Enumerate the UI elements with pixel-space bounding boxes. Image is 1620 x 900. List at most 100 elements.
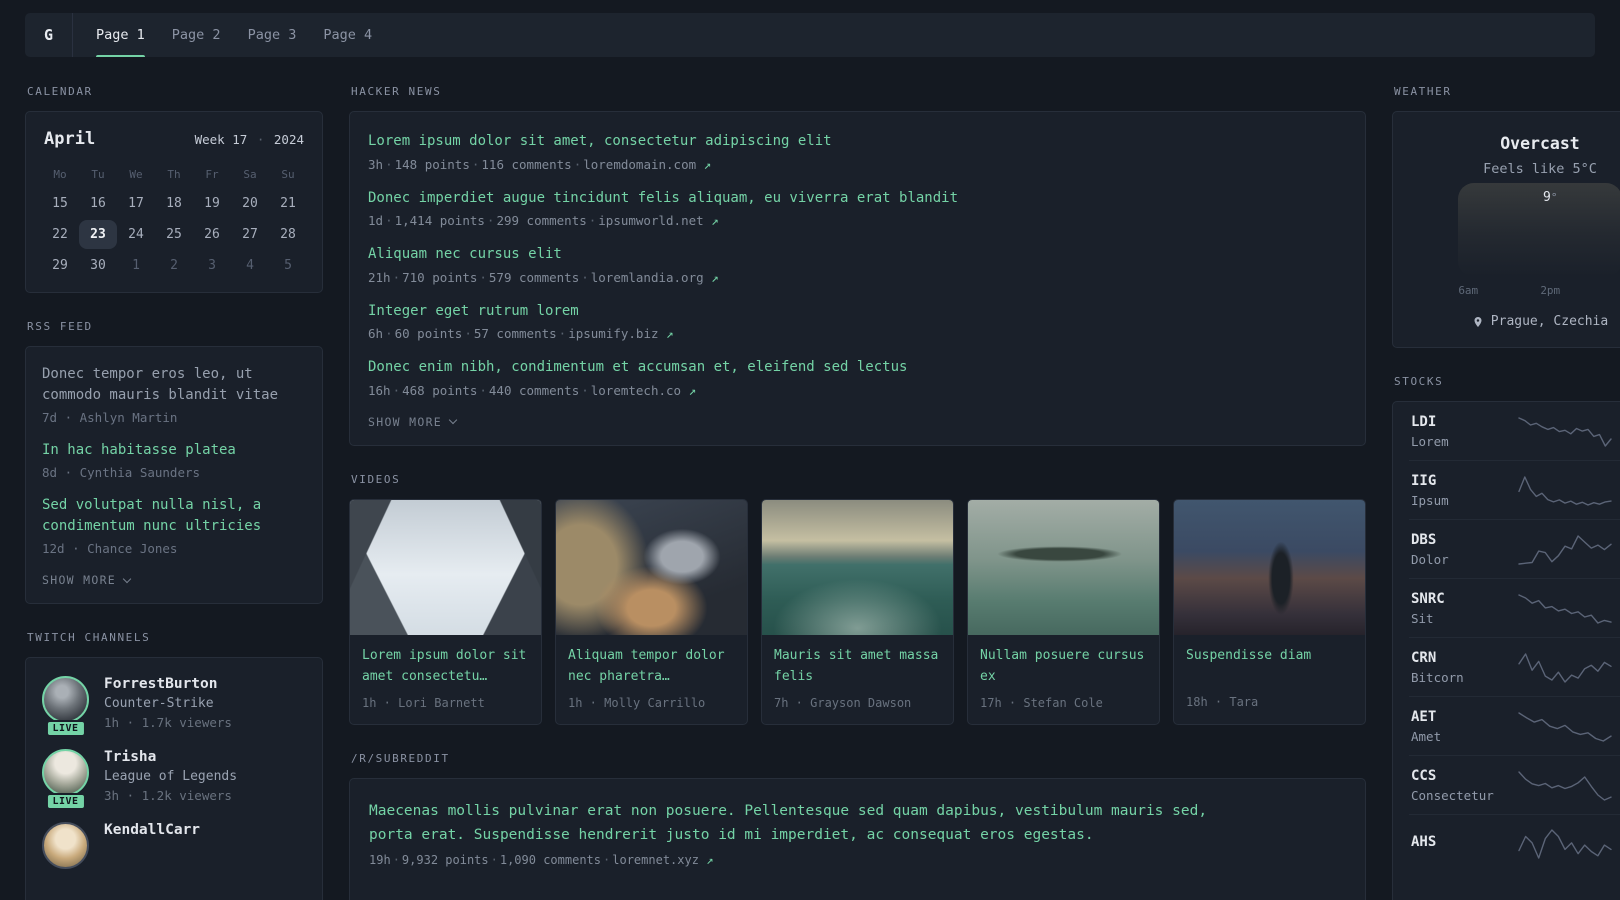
- middle-column: HACKER NEWS Lorem ipsum dolor sit amet, …: [349, 85, 1366, 900]
- stock-name: Dolor: [1411, 552, 1449, 567]
- hackernews-item: Donec imperdiet augue tincidunt felis al…: [368, 189, 1347, 229]
- video-title: Mauris sit amet massa felis: [774, 647, 939, 684]
- separator-dot: ·: [573, 156, 582, 172]
- external-link-icon: ↗: [711, 213, 719, 229]
- item-points: 1,414 points: [394, 213, 485, 229]
- stock-row[interactable]: SNRC Sit +1.36% $148.64: [1409, 578, 1620, 637]
- hackernews-item-meta: 3h · 148 points · 116 comments · loremdomain.c…: [368, 157, 1347, 172]
- item-domain-link[interactable]: ipsumify.biz ↗: [568, 326, 673, 341]
- twitch-avatar-wrap: [42, 822, 89, 869]
- rss-item: Donec tempor eros leo, ut commodo mauris…: [42, 364, 306, 425]
- hackernews-item-meta: 16h · 468 points · 440 comments · loremtech.co…: [368, 383, 1347, 398]
- subreddit-post-title[interactable]: Maecenas mollis pulvinar erat non posuer…: [369, 799, 1209, 848]
- stock-row[interactable]: DBS Dolor +1.42% $156.28: [1409, 519, 1620, 578]
- weather-axis-label: 2pm: [1540, 284, 1561, 297]
- item-domain: ipsumify.biz: [568, 326, 659, 342]
- current-temp-value: 9: [1543, 190, 1551, 205]
- hackernews-item-title[interactable]: Donec imperdiet augue tincidunt felis al…: [368, 189, 1347, 209]
- page-tab[interactable]: Page 3: [248, 13, 297, 57]
- item-domain-link[interactable]: loremlandia.org ↗: [591, 270, 719, 285]
- rss-item: Sed volutpat nulla nisl, a condimentum n…: [42, 495, 306, 556]
- external-link-icon: ↗: [706, 852, 714, 867]
- page-tab[interactable]: Page 1: [96, 13, 145, 57]
- hackernews-item-title[interactable]: Aliquam nec cursus elit: [368, 245, 1347, 265]
- app-logo[interactable]: G: [25, 13, 72, 57]
- stock-identity: SNRC Sit: [1411, 591, 1509, 626]
- separator-dot: ·: [464, 326, 472, 342]
- hackernews-item-meta: 6h · 60 points · 57 comments · ipsumify.biz ↗: [368, 326, 1347, 341]
- rss-show-more-button[interactable]: SHOW MORE: [42, 573, 306, 587]
- hackernews-section-title: HACKER NEWS: [351, 85, 442, 98]
- sparkline-chart: [1518, 711, 1612, 742]
- twitch-channel-row[interactable]: LIVE ForrestBurton Counter-Strike 1h · 1…: [42, 676, 306, 737]
- external-link-icon: ↗: [703, 156, 712, 172]
- sparkline-chart: [1518, 652, 1612, 683]
- calendar-day-cell: 17: [128, 196, 144, 211]
- rss-item-title[interactable]: In hac habitasse platea: [42, 440, 306, 461]
- video-thumbnail: [350, 499, 541, 635]
- video-card[interactable]: Aliquam tempor dolor nec pharetra… 1h · …: [555, 498, 748, 725]
- stock-row[interactable]: LDI Lorem +4.35% $795.18: [1409, 402, 1620, 460]
- hackernews-item-title[interactable]: Integer eget rutrum lorem: [368, 302, 1347, 322]
- video-card-body: Aliquam tempor dolor nec pharetra… 1h · …: [556, 635, 747, 724]
- item-age: 21h: [368, 269, 391, 285]
- stock-identity: LDI Lorem: [1411, 414, 1509, 449]
- video-card[interactable]: Nullam posuere cursus ex 17h · Stefan Co…: [967, 498, 1160, 725]
- rss-section-title: RSS FEED: [27, 320, 93, 333]
- sparkline-chart: [1518, 593, 1612, 624]
- calendar-day-cell: 20: [242, 196, 258, 211]
- video-card[interactable]: Lorem ipsum dolor sit amet consectetu… 1…: [349, 498, 542, 725]
- calendar-weekday-label: Tu: [91, 168, 105, 181]
- stock-sparkline: [1517, 592, 1613, 626]
- dashboard-page: G Page 1 Page 2 Page 3 Page 4 CALENDAR Apri…: [0, 0, 1620, 900]
- hackernews-item-title[interactable]: Lorem ipsum dolor sit amet, consectetur …: [368, 132, 1347, 152]
- page-tab[interactable]: Page 4: [323, 13, 372, 57]
- item-domain-link[interactable]: ipsumworld.net ↗: [598, 213, 718, 228]
- calendar-weekday-label: Sa: [243, 168, 257, 181]
- stock-ticker: IIG: [1411, 473, 1437, 489]
- hackernews-show-more-button[interactable]: SHOW MORE: [368, 415, 1347, 429]
- dashboard-content: CALENDAR April Week 17 · 2024 Mo Tu We Th Fr…: [0, 57, 1620, 900]
- calendar-day-cell: 19: [204, 196, 220, 211]
- item-domain-link[interactable]: loremdomain.com ↗: [583, 157, 711, 172]
- item-domain-link[interactable]: loremtech.co ↗: [591, 383, 696, 398]
- stock-ticker: AET: [1411, 709, 1437, 725]
- subreddit-post-meta: 19h · 9,932 points · 1,090 comments · loremnet…: [369, 853, 1346, 867]
- separator-dot: ·: [385, 326, 393, 342]
- weather-widget: WEATHER Overcast Feels like 5°C 9° 6am 2p…: [1392, 85, 1620, 348]
- rss-item-title[interactable]: Donec tempor eros leo, ut commodo mauris…: [42, 364, 306, 406]
- calendar-day-cell: 28: [280, 227, 296, 242]
- video-thumbnail: [968, 499, 1159, 635]
- app-header: G Page 1 Page 2 Page 3 Page 4: [25, 13, 1595, 57]
- video-thumbnail: [1174, 499, 1365, 635]
- separator-dot: ·: [471, 156, 480, 172]
- calendar-day-cell: 4: [246, 258, 254, 273]
- page-tab-label: Page 1: [96, 27, 145, 43]
- avatar: [42, 676, 89, 723]
- stock-sparkline: [1517, 651, 1613, 685]
- twitch-channel-row[interactable]: KendallCarr: [42, 822, 306, 869]
- item-points: 60 points: [394, 326, 463, 342]
- post-domain-link[interactable]: loremnet.xyz ↗: [612, 853, 713, 867]
- stock-row[interactable]: IIG Ipsum +2.84% $42.04: [1409, 460, 1620, 519]
- video-title: Nullam posuere cursus ex: [980, 647, 1145, 684]
- hackernews-item-title[interactable]: Donec enim nibh, condimentum et accumsan…: [368, 358, 1347, 378]
- calendar-day-cell: 15: [52, 196, 68, 211]
- stock-name: Lorem: [1411, 434, 1449, 449]
- stock-ticker: SNRC: [1411, 591, 1445, 607]
- page-tab[interactable]: Page 2: [172, 13, 221, 57]
- stock-row[interactable]: CRN Bitcorn -1.00% $66,171.48: [1409, 637, 1620, 696]
- rss-item-title[interactable]: Sed volutpat nulla nisl, a condimentum n…: [42, 495, 306, 537]
- twitch-avatar-wrap: LIVE: [42, 676, 89, 737]
- stock-sparkline: [1517, 769, 1613, 803]
- video-card[interactable]: Suspendisse diam 18h · Tara: [1173, 498, 1366, 725]
- stock-row[interactable]: AET Amet +0.92% $499.72: [1409, 696, 1620, 755]
- twitch-channel-row[interactable]: LIVE Trisha League of Legends 3h · 1.2k …: [42, 749, 306, 810]
- stock-row[interactable]: CCS Consectetur +0.51% $165.84: [1409, 755, 1620, 814]
- stock-row[interactable]: AHS +0.46%: [1409, 814, 1620, 872]
- video-card[interactable]: Mauris sit amet massa felis 7h · Grayson…: [761, 498, 954, 725]
- page-tab-label: Page 2: [171, 27, 221, 43]
- calendar-header: April Week 17 · 2024: [41, 129, 307, 149]
- calendar-day-cell: 2: [170, 258, 178, 273]
- location-pin-icon: [1474, 316, 1482, 327]
